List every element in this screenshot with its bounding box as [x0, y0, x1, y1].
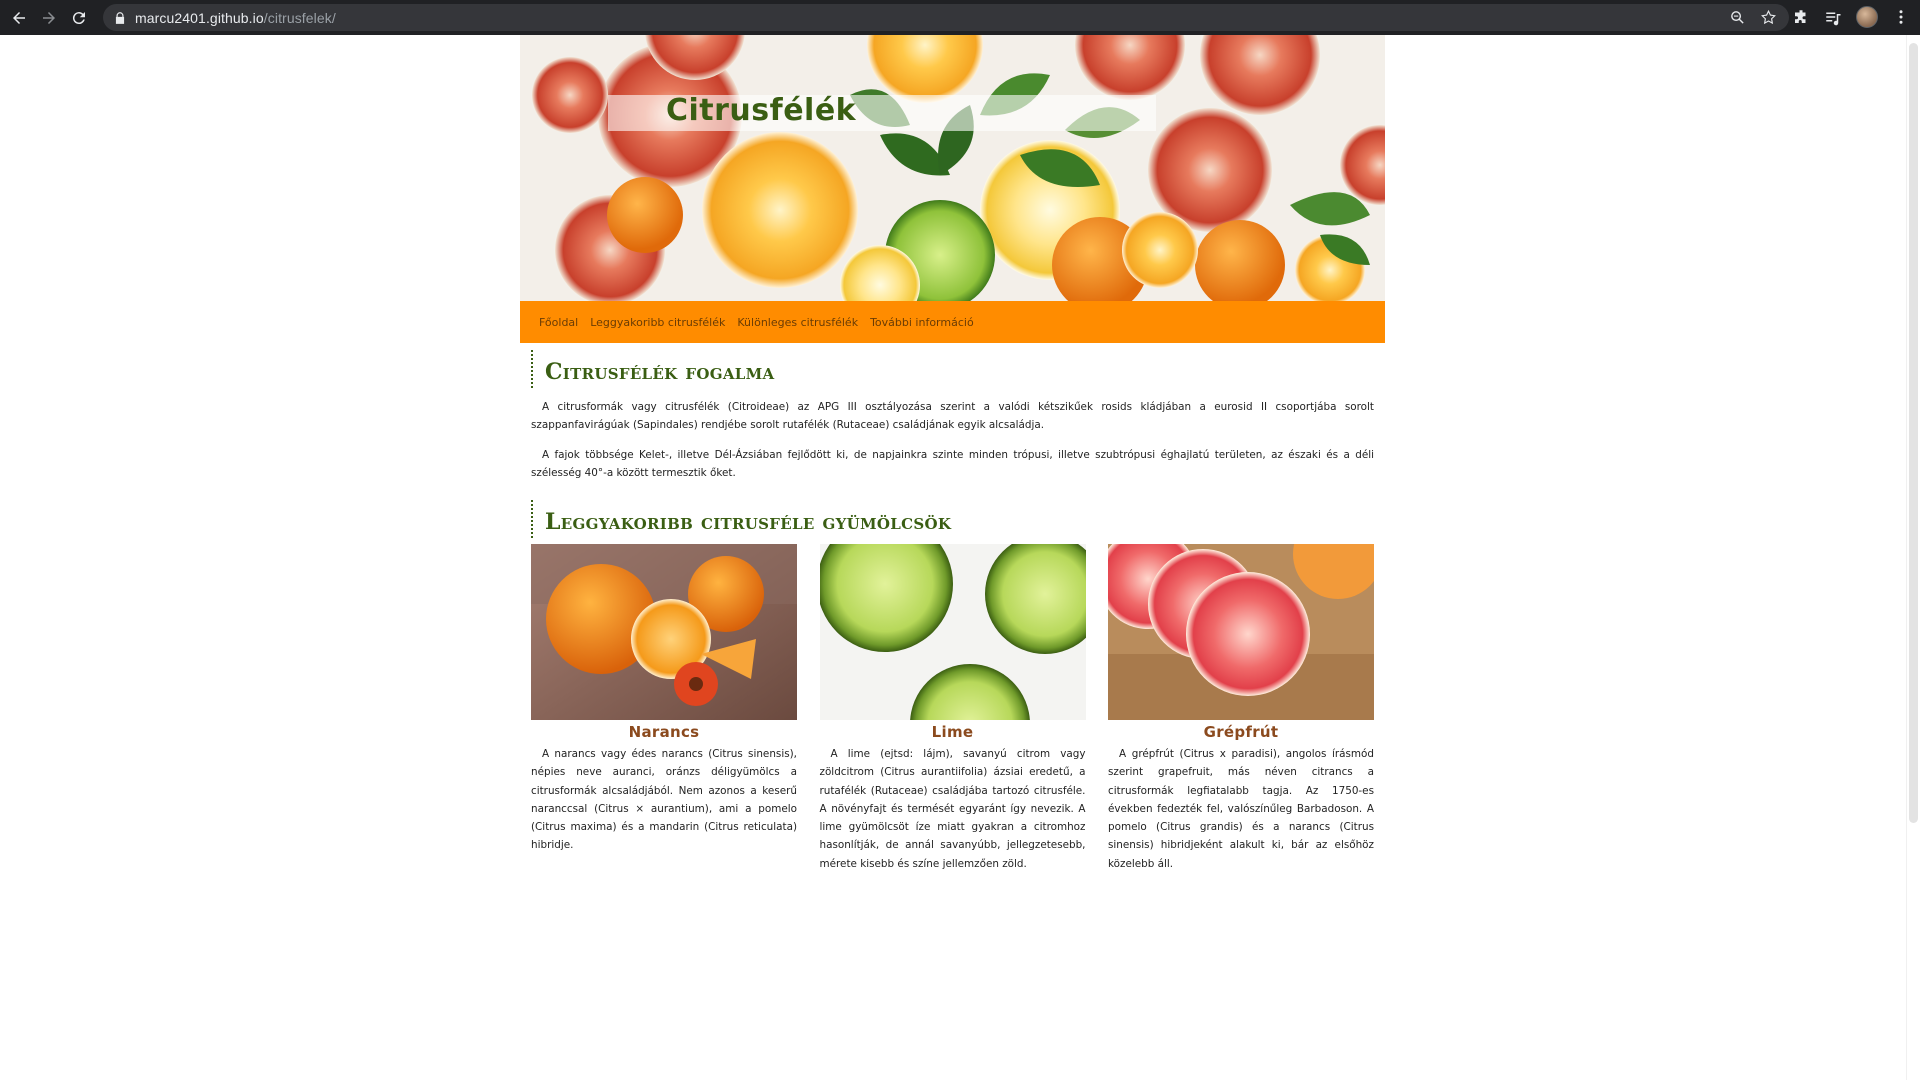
- fruit-cards: Narancs A narancs vagy édes narancs (Cit…: [531, 544, 1374, 873]
- main-content: Citrusfélék fogalma A citrusformák vagy …: [520, 343, 1385, 873]
- browser-toolbar: marcu2401.github.io/citrusfelek/: [0, 0, 1920, 35]
- nav-link-kulonleges[interactable]: Különleges citrusfélék: [737, 316, 858, 329]
- page-scrollbar[interactable]: [1906, 35, 1920, 1080]
- fruit-card-narancs: Narancs A narancs vagy édes narancs (Cit…: [531, 544, 797, 873]
- nav-link-leggyakoribb[interactable]: Leggyakoribb citrusfélék: [590, 316, 725, 329]
- fruit-name-grepfrut: Grépfrút: [1203, 723, 1279, 741]
- page-container: Citrusfélék Főoldal Leggyakoribb citrusf…: [520, 35, 1385, 873]
- citrus-banner-image: [520, 35, 1385, 301]
- section-heading-definition: Citrusfélék fogalma: [531, 350, 1374, 388]
- extensions-icon[interactable]: [1792, 8, 1810, 26]
- url-text: marcu2401.github.io/citrusfelek/: [135, 10, 336, 26]
- fruit-name-narancs: Narancs: [628, 723, 700, 741]
- zoom-icon[interactable]: [1729, 9, 1746, 26]
- site-title: Citrusfélék: [666, 93, 857, 128]
- arrow-right-icon: [43, 11, 55, 24]
- nav-link-tovabbi-informacio[interactable]: További információ: [870, 316, 974, 329]
- scrollbar-thumb[interactable]: [1909, 43, 1918, 823]
- definition-paragraph-2: A fajok többsége Kelet-, illetve Dél-Ázs…: [531, 449, 1374, 479]
- definition-paragraph-1: A citrusformák vagy citrusfélék (Citroid…: [531, 401, 1374, 431]
- fruit-card-grepfrut: Grépfrút A grépfrút (Citrus x paradisi),…: [1108, 544, 1374, 873]
- forward-button[interactable]: [38, 7, 60, 29]
- section-heading-common: Leggyakoribb citrusféle gyümölcsök: [531, 500, 1374, 538]
- reload-button[interactable]: [68, 7, 90, 29]
- url-path: /citrusfelek/: [263, 9, 336, 26]
- fruit-desc-narancs: A narancs vagy édes narancs (Citrus sine…: [531, 748, 797, 852]
- kebab-menu-icon[interactable]: [1892, 8, 1910, 26]
- url-host: marcu2401.github.io: [135, 9, 264, 26]
- lime-image: [819, 544, 1086, 720]
- fruit-desc-grepfrut: A grépfrút (Citrus x paradisi), angolos …: [1108, 748, 1374, 870]
- lock-icon: [115, 11, 125, 24]
- arrow-left-icon: [13, 11, 25, 24]
- address-bar[interactable]: marcu2401.github.io/citrusfelek/: [103, 4, 1789, 31]
- reload-icon: [72, 11, 85, 24]
- orange-image: [531, 544, 797, 720]
- back-button[interactable]: [8, 7, 30, 29]
- fruit-desc-lime: A lime (ejtsd: lájm), savanyú citrom vag…: [819, 748, 1086, 870]
- media-queue-icon[interactable]: [1824, 8, 1842, 26]
- bookmark-star-icon[interactable]: [1760, 9, 1777, 26]
- nav-link-fooldal[interactable]: Főoldal: [539, 316, 578, 329]
- hero-banner: Citrusfélék: [520, 35, 1385, 301]
- fruit-name-lime: Lime: [931, 723, 974, 741]
- fruit-card-lime: Lime A lime (ejtsd: lájm), savanyú citro…: [819, 544, 1086, 873]
- main-nav: Főoldal Leggyakoribb citrusfélék Különle…: [520, 301, 1385, 343]
- profile-avatar[interactable]: [1856, 6, 1878, 28]
- grapefruit-image: [1108, 544, 1374, 720]
